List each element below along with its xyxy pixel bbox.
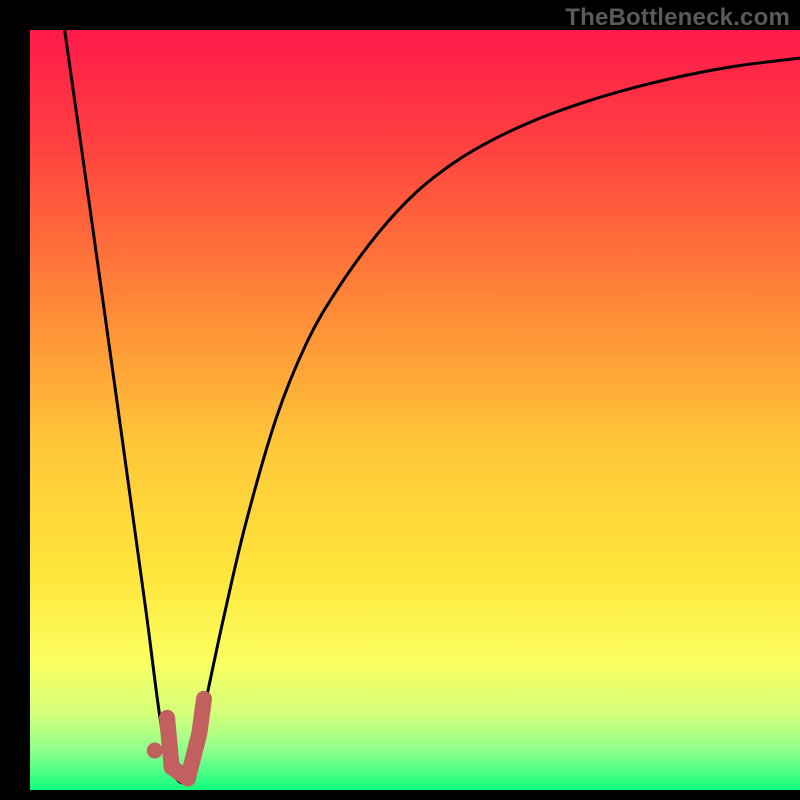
bottleneck-chart (0, 0, 800, 800)
selection-marker-dot (147, 742, 163, 758)
gradient-background (30, 30, 800, 790)
watermark-text: TheBottleneck.com (565, 4, 790, 32)
chart-frame: { "watermark": "TheBottleneck.com", "cha… (0, 0, 800, 800)
